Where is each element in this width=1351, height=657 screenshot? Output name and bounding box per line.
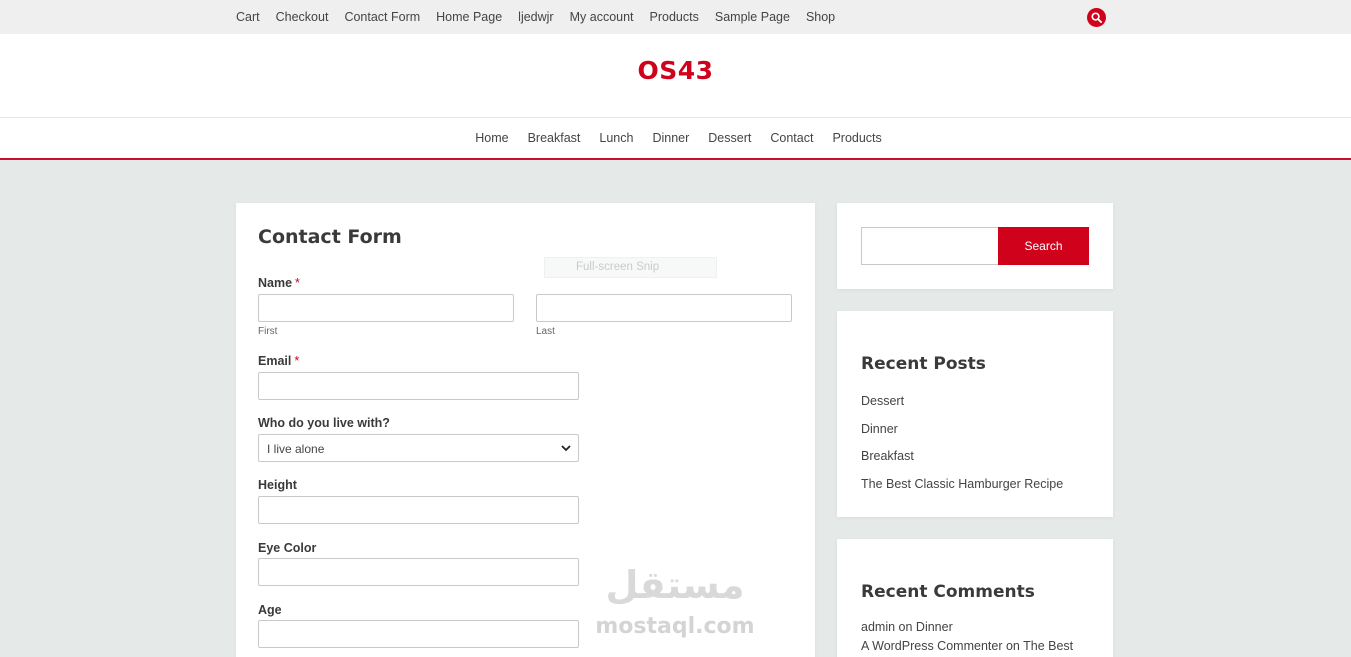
email-label: Email *: [258, 354, 299, 368]
nav-item-dessert[interactable]: Dessert: [708, 131, 751, 145]
recent-post-link[interactable]: Breakfast: [861, 449, 914, 463]
top-link-contact-form[interactable]: Contact Form: [344, 10, 420, 24]
nav-item-products[interactable]: Products: [832, 131, 881, 145]
header-search-button[interactable]: [1087, 8, 1106, 27]
required-mark: *: [294, 354, 300, 368]
top-link-ljedwjr[interactable]: ljedwjr: [518, 10, 553, 24]
comment-item: admin on Dinner: [861, 620, 953, 634]
top-link-sample-page[interactable]: Sample Page: [715, 10, 790, 24]
height-input[interactable]: [258, 496, 579, 524]
nav-item-home[interactable]: Home: [475, 131, 508, 145]
full-screen-snip-overlay[interactable]: Full-screen Snip: [544, 257, 717, 278]
nav-item-dinner[interactable]: Dinner: [652, 131, 689, 145]
comment-author[interactable]: admin: [861, 620, 895, 634]
last-name-input[interactable]: [536, 294, 792, 322]
comment-item: A WordPress Commenter on The Best: [861, 639, 1073, 653]
comment-on: on: [898, 620, 913, 634]
comment-author[interactable]: A WordPress Commenter: [861, 639, 1002, 653]
name-label-text: Name: [258, 276, 293, 290]
site-title[interactable]: OS43: [0, 56, 1351, 85]
eye-color-label: Eye Color: [258, 541, 317, 555]
first-name-input[interactable]: [258, 294, 514, 322]
age-label: Age: [258, 603, 282, 617]
top-link-cart[interactable]: Cart: [236, 10, 260, 24]
age-input[interactable]: [258, 620, 579, 648]
email-label-text: Email: [258, 354, 292, 368]
nav-item-contact[interactable]: Contact: [770, 131, 813, 145]
top-link-shop[interactable]: Shop: [806, 10, 835, 24]
comment-on: on: [1005, 639, 1020, 653]
watermark-arabic-logo: مستقل: [605, 563, 745, 607]
nav-item-breakfast[interactable]: Breakfast: [528, 131, 581, 145]
comment-post-link[interactable]: The Best: [1023, 639, 1073, 653]
recent-post-link[interactable]: Dessert: [861, 394, 904, 408]
top-link-home-page[interactable]: Home Page: [436, 10, 502, 24]
chevron-down-icon: [561, 445, 571, 452]
recent-posts-title: Recent Posts: [861, 354, 986, 374]
required-mark: *: [295, 276, 300, 290]
watermark-latin-logo: mostaql.com: [595, 614, 755, 639]
first-sublabel: First: [258, 326, 278, 337]
height-label: Height: [258, 478, 297, 492]
top-link-products[interactable]: Products: [650, 10, 699, 24]
site-header: OS43: [0, 34, 1351, 118]
mostaql-watermark: مستقل mostaql.com: [590, 562, 760, 642]
email-input[interactable]: [258, 372, 579, 400]
livewith-select[interactable]: I live alone: [258, 434, 579, 462]
top-bar: Cart Checkout Contact Form Home Page lje…: [0, 0, 1351, 34]
livewith-selected-value: I live alone: [267, 442, 325, 456]
recent-comments-title: Recent Comments: [861, 582, 1035, 602]
form-title: Contact Form: [258, 226, 402, 248]
recent-comments-widget: Recent Comments admin on Dinner A WordPr…: [837, 539, 1113, 657]
recent-post-link[interactable]: The Best Classic Hamburger Recipe: [861, 477, 1063, 491]
name-label: Name *: [258, 276, 300, 290]
top-link-my-account[interactable]: My account: [570, 10, 634, 24]
sidebar-search-widget: Search: [837, 203, 1113, 289]
comment-post-link[interactable]: Dinner: [916, 620, 953, 634]
sidebar-search-input[interactable]: [861, 227, 999, 265]
main-navigation: Home Breakfast Lunch Dinner Dessert Cont…: [0, 118, 1351, 160]
last-sublabel: Last: [536, 326, 555, 337]
top-link-checkout[interactable]: Checkout: [276, 10, 329, 24]
recent-post-link[interactable]: Dinner: [861, 422, 898, 436]
recent-posts-widget: Recent Posts Dessert Dinner Breakfast Th…: [837, 311, 1113, 517]
sidebar-search-button[interactable]: Search: [998, 227, 1089, 265]
top-menu: Cart Checkout Contact Form Home Page lje…: [236, 10, 835, 24]
search-icon: [1091, 12, 1102, 23]
livewith-label: Who do you live with?: [258, 416, 390, 430]
eye-color-input[interactable]: [258, 558, 579, 586]
nav-item-lunch[interactable]: Lunch: [599, 131, 633, 145]
